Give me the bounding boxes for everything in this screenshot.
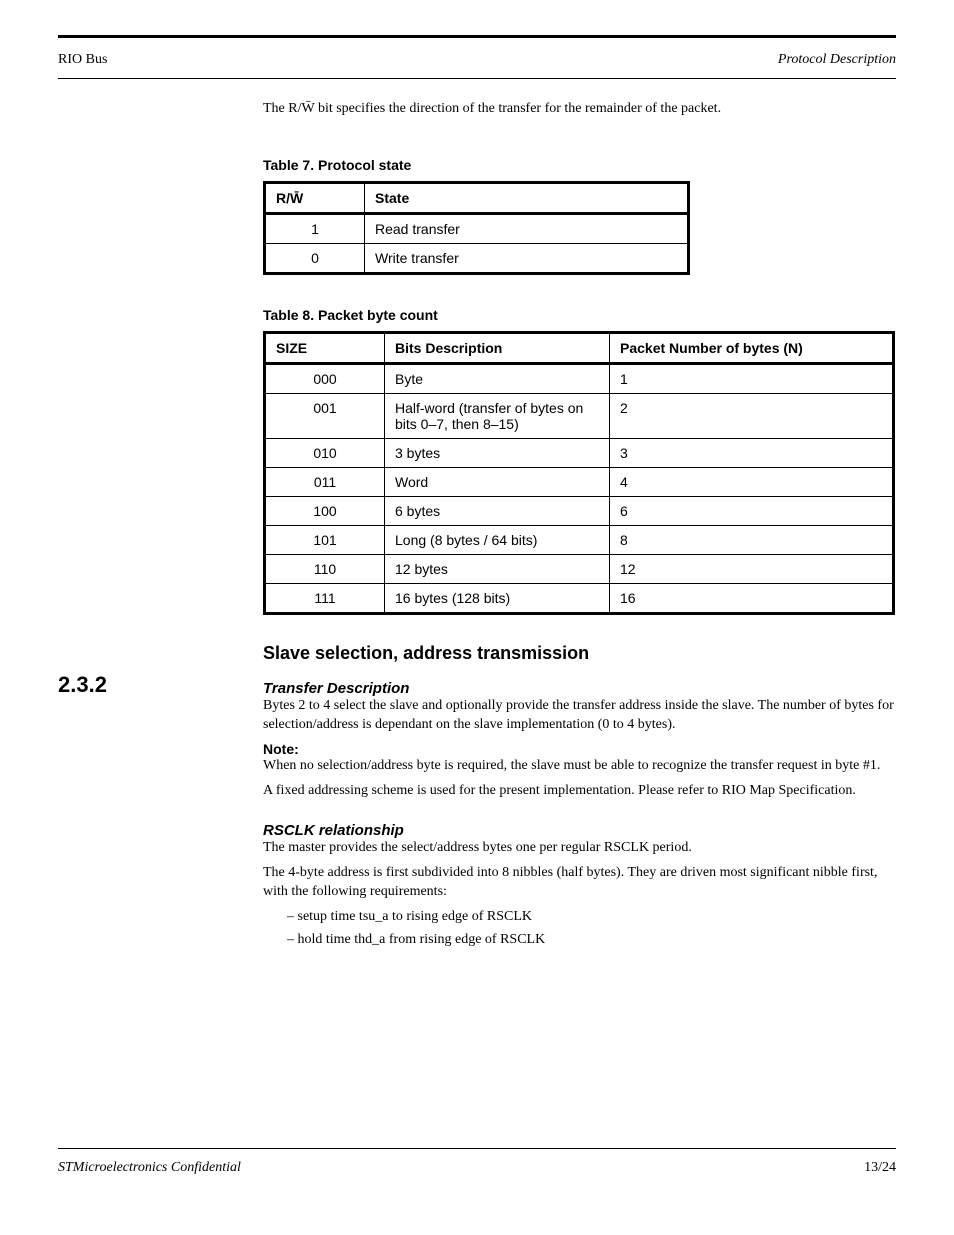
list-item: setup time tsu_a to rising edge of RSCLK [287, 908, 894, 927]
list-item: hold time thd_a from rising edge of RSCL… [287, 931, 894, 950]
header-rule-thin [58, 78, 896, 79]
footer-rule [58, 1148, 896, 1149]
header-left: RIO Bus [58, 52, 107, 68]
subsection-heading-2: RSCLK relationship [263, 822, 894, 839]
intro-paragraph: The R/W̄ bit specifies the direction of … [263, 100, 894, 119]
table2-caption: Table 8. Packet byte count [263, 307, 894, 323]
table-row: 11012 bytes12 [265, 554, 894, 583]
table-row: 0 Write transfer [265, 243, 689, 273]
subsection-heading-1: Transfer Description [263, 680, 894, 697]
t2-h0: SIZE [265, 332, 385, 363]
section-heading: Slave selection, address transmission [263, 643, 894, 664]
table-protocol-state: R/W̄ State 1 Read transfer 0 Write trans… [263, 181, 690, 275]
note-heading: Note: [263, 741, 894, 757]
body-para-2a: The master provides the select/address b… [263, 839, 894, 858]
t2-h1: Bits Description [385, 332, 610, 363]
body-para-2b: The 4-byte address is first subdivided i… [263, 864, 894, 902]
t1-h1: State [365, 182, 689, 213]
footer-left: STMicroelectronics Confidential [58, 1160, 241, 1176]
table-row: 0103 bytes3 [265, 438, 894, 467]
table-row: 101Long (8 bytes / 64 bits)8 [265, 525, 894, 554]
table-row: 001Half-word (transfer of bytes on bits … [265, 393, 894, 438]
table1-caption: Table 7. Protocol state [263, 157, 894, 173]
table-row: 000Byte1 [265, 363, 894, 393]
header-right: Protocol Description [778, 52, 896, 68]
footer-right: 13/24 [864, 1160, 896, 1176]
bullet-list: setup time tsu_a to rising edge of RSCLK… [263, 908, 894, 950]
note-1: When no selection/address byte is requir… [263, 757, 894, 776]
body-para-1: Bytes 2 to 4 select the slave and option… [263, 697, 894, 735]
table-row: 11116 bytes (128 bits)16 [265, 583, 894, 613]
note-2: A fixed addressing scheme is used for th… [263, 782, 894, 801]
table-row: 1006 bytes6 [265, 496, 894, 525]
header-rule-thick [58, 35, 896, 38]
table-row: 1 Read transfer [265, 213, 689, 243]
section-number: 2.3.2 [58, 672, 107, 698]
t2-h2: Packet Number of bytes (N) [610, 332, 894, 363]
table-row: 011Word4 [265, 467, 894, 496]
t1-h0: R/W̄ [265, 182, 365, 213]
table-packet-byte-count: SIZE Bits Description Packet Number of b… [263, 331, 895, 615]
